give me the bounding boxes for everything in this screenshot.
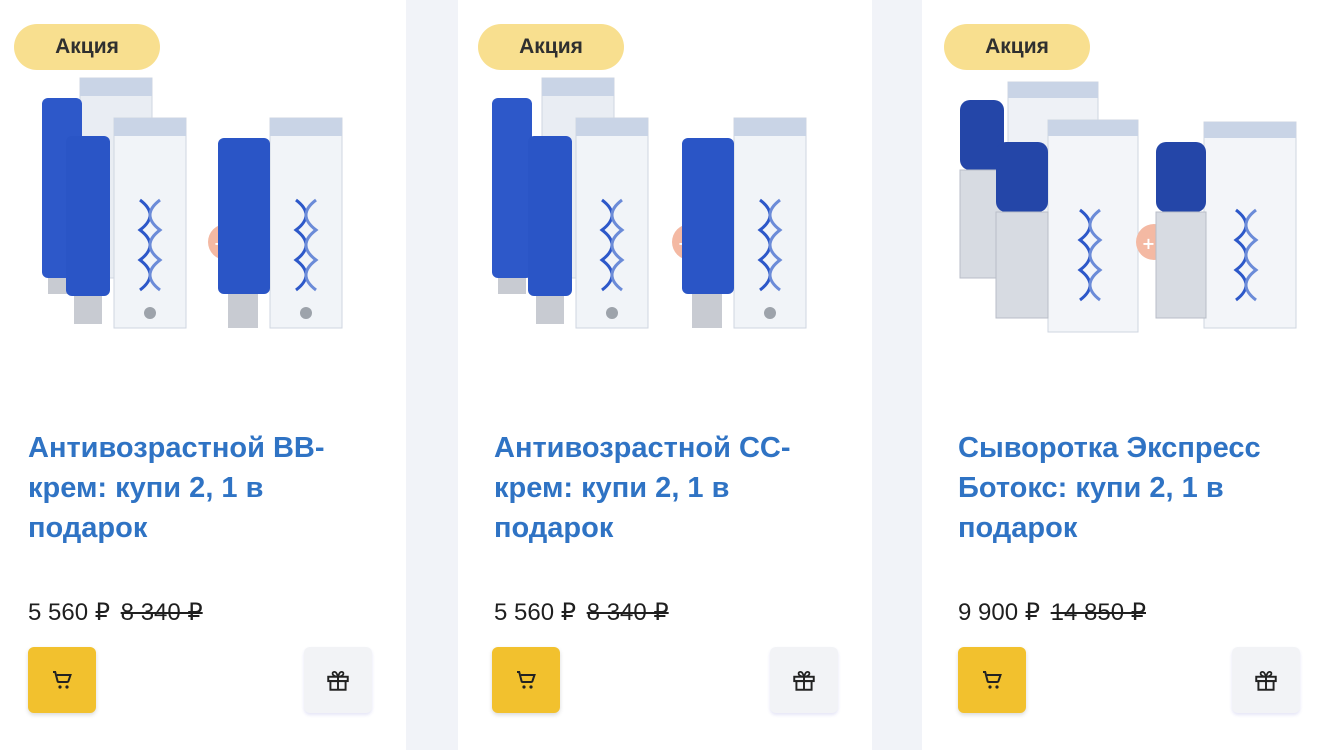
old-price: 8 340 ₽ — [586, 599, 669, 626]
current-price: 5 560 ₽ — [28, 599, 110, 626]
sale-badge: Акция — [944, 24, 1090, 70]
product-card[interactable]: Акция +1 — [0, 0, 406, 750]
cart-icon — [53, 671, 72, 689]
add-to-cart-button[interactable] — [28, 647, 96, 713]
current-price: 9 900 ₽ — [958, 599, 1040, 626]
add-to-cart-button[interactable] — [492, 647, 560, 713]
product-card[interactable]: Акция +1 — [458, 0, 872, 750]
gift-icon — [793, 670, 815, 691]
product-title[interactable]: Антивозрастной BB-крем: купи 2, 1 в пода… — [28, 428, 388, 548]
current-price: 5 560 ₽ — [494, 599, 576, 626]
product-image[interactable]: +1 — [940, 70, 1320, 350]
sale-badge: Акция — [14, 24, 160, 70]
product-grid: Акция +1 — [0, 0, 1320, 750]
product-title[interactable]: Антивозрастной CC-крем: купи 2, 1 в пода… — [494, 428, 854, 548]
cart-icon — [517, 671, 536, 689]
gift-icon — [327, 670, 349, 691]
product-card[interactable]: Акция +1 — [922, 0, 1320, 750]
gift-button[interactable] — [304, 647, 372, 713]
old-price: 8 340 ₽ — [120, 599, 203, 626]
gift-button[interactable] — [1232, 647, 1300, 713]
add-to-cart-button[interactable] — [958, 647, 1026, 713]
price-block: 5 560 ₽ 8 340 ₽ — [28, 598, 203, 627]
price-block: 5 560 ₽ 8 340 ₽ — [494, 598, 669, 627]
cart-icon — [983, 671, 1002, 689]
product-image[interactable]: +1 — [476, 70, 856, 350]
gift-icon — [1255, 670, 1277, 691]
old-price: 14 850 ₽ — [1050, 599, 1147, 626]
product-image[interactable]: +1 — [10, 70, 390, 350]
gift-button[interactable] — [770, 647, 838, 713]
product-title[interactable]: Сыворотка Экспресс Ботокс: купи 2, 1 в п… — [958, 428, 1318, 548]
price-block: 9 900 ₽ 14 850 ₽ — [958, 598, 1146, 627]
sale-badge: Акция — [478, 24, 624, 70]
